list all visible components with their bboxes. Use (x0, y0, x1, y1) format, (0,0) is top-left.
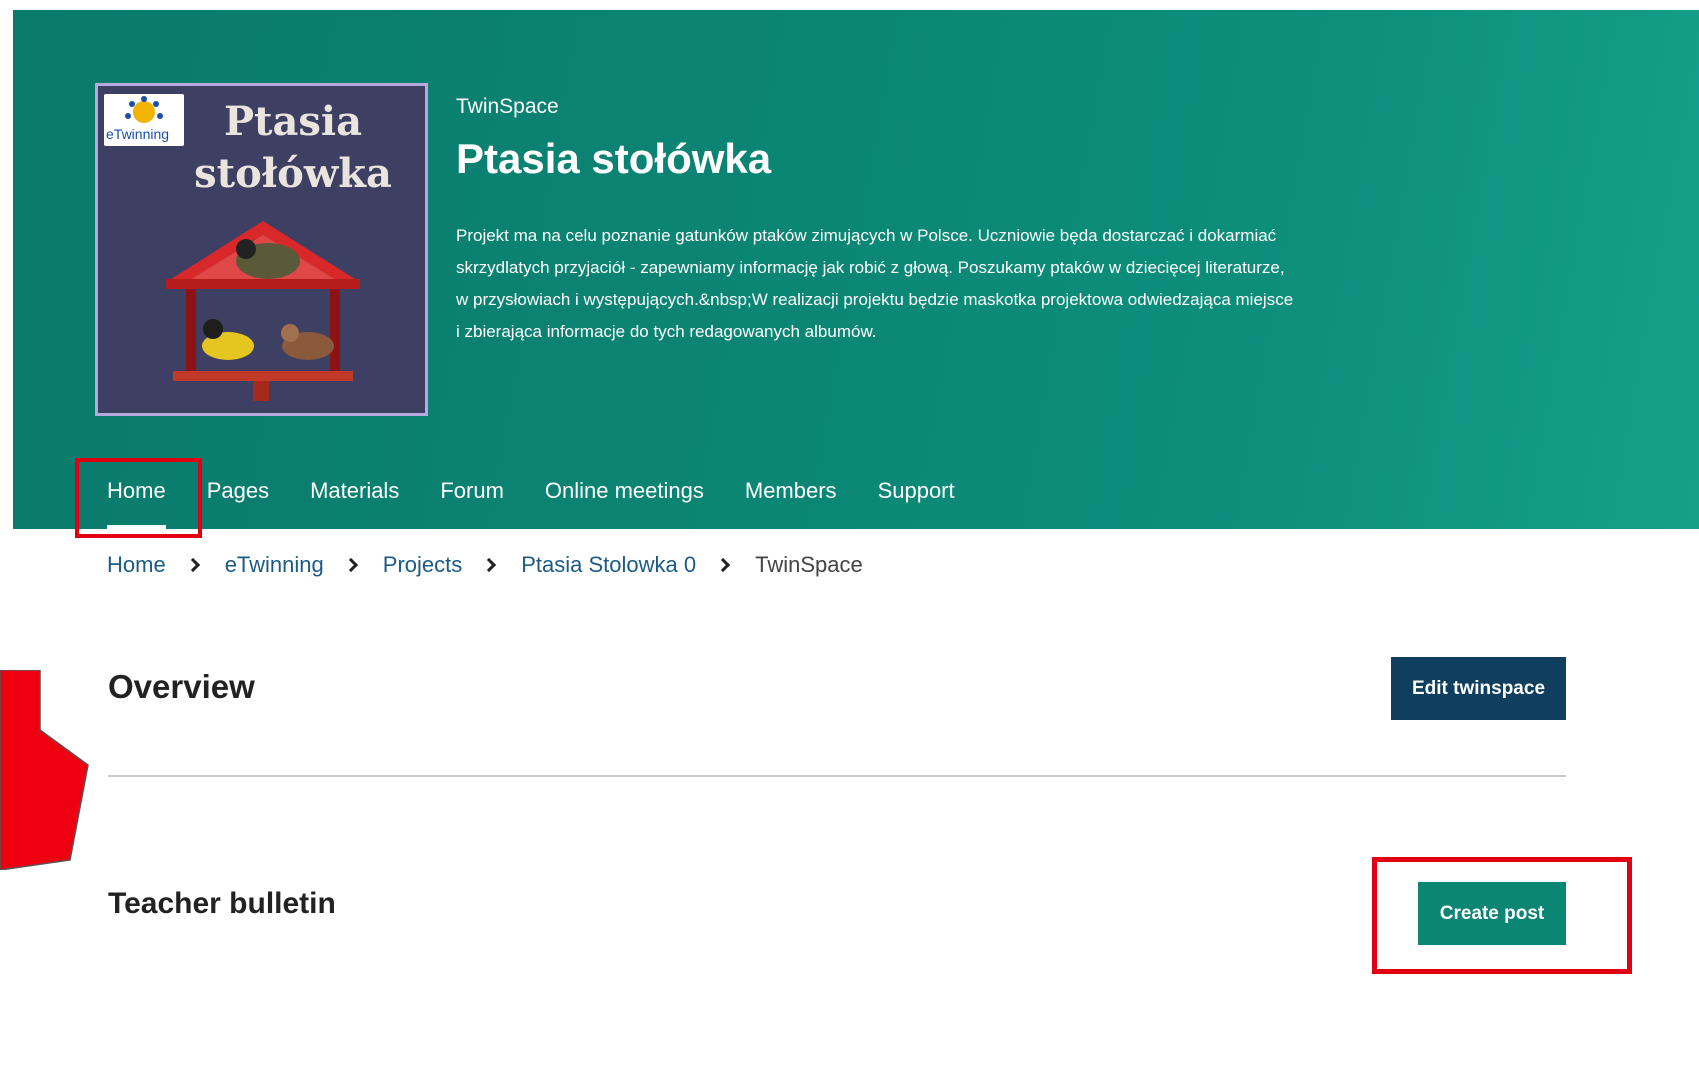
project-title: Ptasia stołówka (456, 135, 772, 182)
red-pointer-arrow-icon (0, 670, 89, 870)
edit-twinspace-button[interactable]: Edit twinspace (1391, 657, 1566, 720)
logo-title: Ptasia stołówka (158, 96, 428, 200)
chevron-right-icon (716, 557, 731, 573)
nav-tab-forum[interactable]: Forum (428, 472, 516, 529)
create-post-highlight-box (1372, 857, 1632, 974)
bird-feeder-illustration (166, 221, 360, 401)
nav-tab-materials[interactable]: Materials (298, 472, 411, 529)
teacher-bulletin-heading: Teacher bulletin (108, 887, 336, 920)
nav-tab-online-meetings[interactable]: Online meetings (533, 472, 716, 529)
nav-tab-members[interactable]: Members (733, 472, 849, 529)
breadcrumb-current: TwinSpace (755, 552, 863, 577)
nav-tab-support[interactable]: Support (866, 472, 967, 529)
breadcrumb-home[interactable]: Home (107, 552, 166, 578)
chevron-right-icon (482, 557, 497, 573)
breadcrumb-projects[interactable]: Projects (383, 552, 462, 578)
home-tab-highlight-box (75, 458, 202, 538)
project-description: Projekt ma na celu poznanie gatunków pta… (456, 226, 1294, 341)
section-divider (108, 775, 1566, 777)
twinspace-nav: Home Pages Materials Forum Online meetin… (95, 472, 967, 529)
chevron-right-icon (343, 557, 358, 573)
breadcrumb: Home eTwinning Projects Ptasia Stolowka … (107, 552, 863, 578)
chevron-right-icon (185, 557, 200, 573)
overview-heading: Overview (108, 668, 255, 705)
breadcrumb-etwinning[interactable]: eTwinning (225, 552, 324, 578)
project-logo: eTwinning Ptasia stołówka (95, 83, 428, 416)
breadcrumb-project[interactable]: Ptasia Stolowka 0 (521, 552, 696, 578)
logo-title-line2: stołówka (194, 150, 392, 197)
nav-tab-pages[interactable]: Pages (195, 472, 281, 529)
twinspace-label: TwinSpace (456, 95, 559, 118)
logo-title-line1: Ptasia (223, 98, 363, 145)
